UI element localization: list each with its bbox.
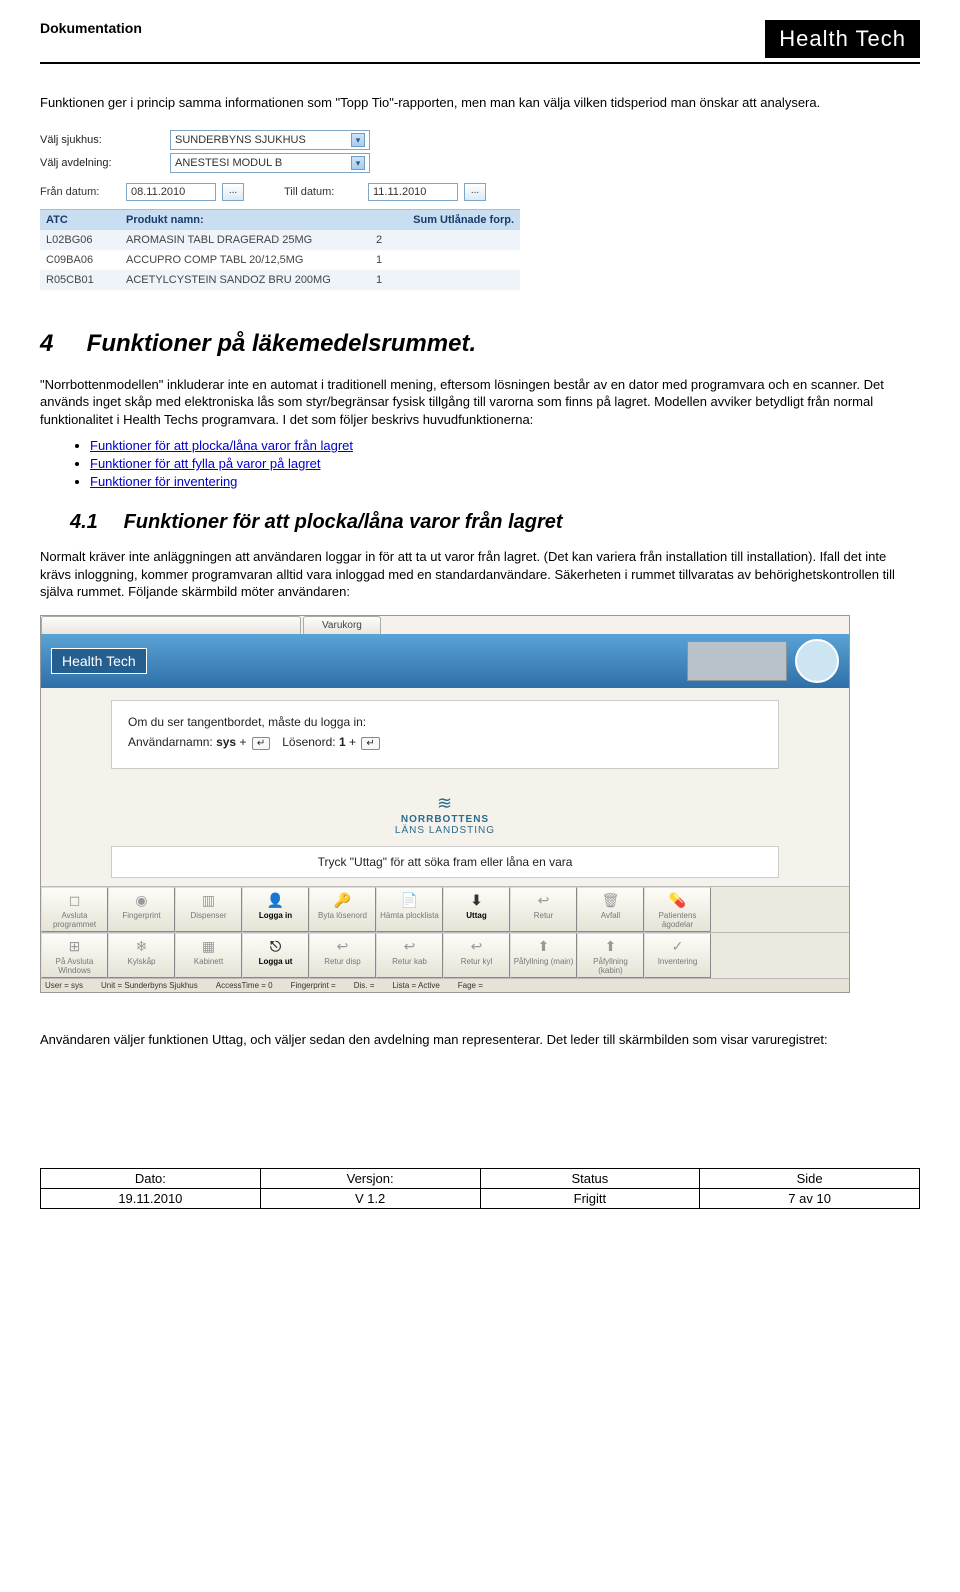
btn-retur-disp[interactable]: ↩Retur disp [309,933,376,978]
dept-value: ANESTESI MODUL B [175,157,282,169]
btn-retur-kab[interactable]: ↩Retur kab [376,933,443,978]
btn-retur-kyl[interactable]: ↩Retur kyl [443,933,510,978]
btn-pafyllning-main[interactable]: ⬆Påfyllning (main) [510,933,577,978]
from-date-picker-button[interactable]: ... [222,183,244,201]
btn-logga-ut[interactable]: ⎋Logga ut [242,933,309,978]
btn-byta-losenord[interactable]: 🔑Byta lösenord [309,887,376,932]
after-screenshot-paragraph: Användaren väljer funktionen Uttag, och … [40,1031,920,1049]
status-lista: Lista = Active [392,981,439,990]
table-row: C09BA06 ACCUPRO COMP TABL 20/12,5MG 1 [40,250,520,270]
table-row: L02BG06 AROMASIN TABL DRAGERAD 25MG 2 [40,230,520,250]
link-plocka[interactable]: Funktioner för att plocka/låna varor frå… [90,438,353,453]
footer-v-dato: 19.11.2010 [41,1189,261,1209]
btn-kylskap[interactable]: ❄Kylskåp [108,933,175,978]
footer-h-versjon: Versjon: [260,1169,480,1189]
section-4-1-heading: 4.1 Funktioner för att plocka/låna varor… [70,511,920,534]
password-label: Lösenord: [282,735,335,749]
banner-logo: Health Tech [51,648,147,674]
dept-select[interactable]: ANESTESI MODUL B ▾ [170,153,370,173]
status-accesstime: AccessTime = 0 [216,981,273,990]
to-date-label: Till datum: [284,186,362,198]
btn-retur[interactable]: ↩Retur [510,887,577,932]
tab-blank[interactable] [41,616,301,634]
btn-inventering[interactable]: ✓Inventering [644,933,711,978]
section-4-1-paragraph: Normalt kräver inte anläggningen att anv… [40,548,920,601]
atc-table: ATC Produkt namn: Sum Utlånade forp. L02… [40,209,520,290]
btn-patientens-agodelar[interactable]: 💊Patientens ägodelar [644,887,711,932]
table-row: R05CB01 ACETYLCYSTEIN SANDOZ BRU 200MG 1 [40,270,520,290]
btn-avfall[interactable]: 🗑Avfall [577,887,644,932]
footer-v-versjon: V 1.2 [260,1189,480,1209]
equipment-icon [687,641,787,681]
kiosk-screenshot: Varukorg Health Tech Om du ser tangentbo… [40,615,850,993]
from-date-label: Från datum: [40,186,120,198]
tryck-uttag-message: Tryck "Uttag" för att söka fram eller lå… [111,846,779,878]
footer-h-side: Side [700,1169,920,1189]
username-value: sys [216,735,236,749]
status-unit: Unit = Sunderbyns Sjukhus [101,981,198,990]
plus-sign: + [349,735,356,749]
norrbotten-icon: ≋ [41,793,849,814]
enter-key-icon: ↵ [361,737,379,750]
tabs: Varukorg [41,616,849,634]
nurse-icon [795,639,839,683]
brand-logo: Health Tech [765,20,920,58]
link-fylla[interactable]: Funktioner för att fylla på varor på lag… [90,456,321,471]
function-links-list: Funktioner för att plocka/låna varor frå… [90,438,920,489]
login-instruction: Om du ser tangentbordet, måste du logga … [128,715,762,729]
btn-fingerprint[interactable]: ◉Fingerprint [108,887,175,932]
footer-h-dato: Dato: [41,1169,261,1189]
doc-title: Dokumentation [40,20,142,36]
col-sum: Sum Utlånade forp. [370,209,520,230]
btn-logga-in[interactable]: 👤Logga in [242,887,309,932]
footer-table: Dato: Versjon: Status Side 19.11.2010 V … [40,1168,920,1209]
btn-uttag[interactable]: ⬇Uttag [443,887,510,932]
status-fingerprint: Fingerprint = [291,981,336,990]
banner: Health Tech [41,634,849,688]
tab-varukorg[interactable]: Varukorg [303,616,381,634]
enter-key-icon: ↵ [252,737,270,750]
section-4-paragraph: "Norrbottenmodellen" inkluderar inte en … [40,376,920,429]
footer-v-side: 7 av 10 [700,1189,920,1209]
col-atc: ATC [40,209,120,230]
btn-pafyllning-kabin[interactable]: ⬆Påfyllning (kabin) [577,933,644,978]
report-filter-screenshot: Välj sjukhus: SUNDERBYNS SJUKHUS ▾ Välj … [40,130,570,290]
chevron-down-icon[interactable]: ▾ [351,133,365,147]
hospital-select[interactable]: SUNDERBYNS SJUKHUS ▾ [170,130,370,150]
intro-paragraph: Funktionen ger i princip samma informati… [40,94,920,112]
chevron-down-icon[interactable]: ▾ [351,156,365,170]
section-4-heading: 4 Funktioner på läkemedelsrummet. [40,330,920,358]
login-box: Om du ser tangentbordet, måste du logga … [111,700,779,769]
btn-avsluta-windows[interactable]: ⊞På Avsluta Windows [41,933,108,978]
footer-v-status: Frigitt [480,1189,700,1209]
to-date-picker-button[interactable]: ... [464,183,486,201]
to-date-input[interactable]: 11.11.2010 [368,183,458,201]
status-bar: User = sys Unit = Sunderbyns Sjukhus Acc… [41,978,849,992]
toolbar-row-2: ⊞På Avsluta Windows ❄Kylskåp ▦Kabinett ⎋… [41,932,849,978]
col-product: Produkt namn: [120,209,370,230]
username-label: Användarnamn: [128,735,213,749]
btn-kabinett[interactable]: ▦Kabinett [175,933,242,978]
page-header: Dokumentation Health Tech [40,20,920,64]
hospital-label: Välj sjukhus: [40,134,170,146]
status-fage: Fage = [458,981,483,990]
status-user: User = sys [45,981,83,990]
btn-dispenser[interactable]: ▥Dispenser [175,887,242,932]
from-date-input[interactable]: 08.11.2010 [126,183,216,201]
btn-avsluta-programmet[interactable]: ◻Avsluta programmet [41,887,108,932]
footer-h-status: Status [480,1169,700,1189]
btn-hamta-plocklista[interactable]: 📄Hämta plocklista [376,887,443,932]
hospital-value: SUNDERBYNS SJUKHUS [175,134,306,146]
status-dis: Dis. = [354,981,375,990]
norrbotten-logo: ≋ NORRBOTTENS LÄNS LANDSTING [41,793,849,836]
dept-label: Välj avdelning: [40,157,170,169]
plus-sign: + [239,735,246,749]
toolbar-row-1: ◻Avsluta programmet ◉Fingerprint ▥Dispen… [41,886,849,932]
password-value: 1 [339,735,346,749]
link-inventering[interactable]: Funktioner för inventering [90,474,237,489]
